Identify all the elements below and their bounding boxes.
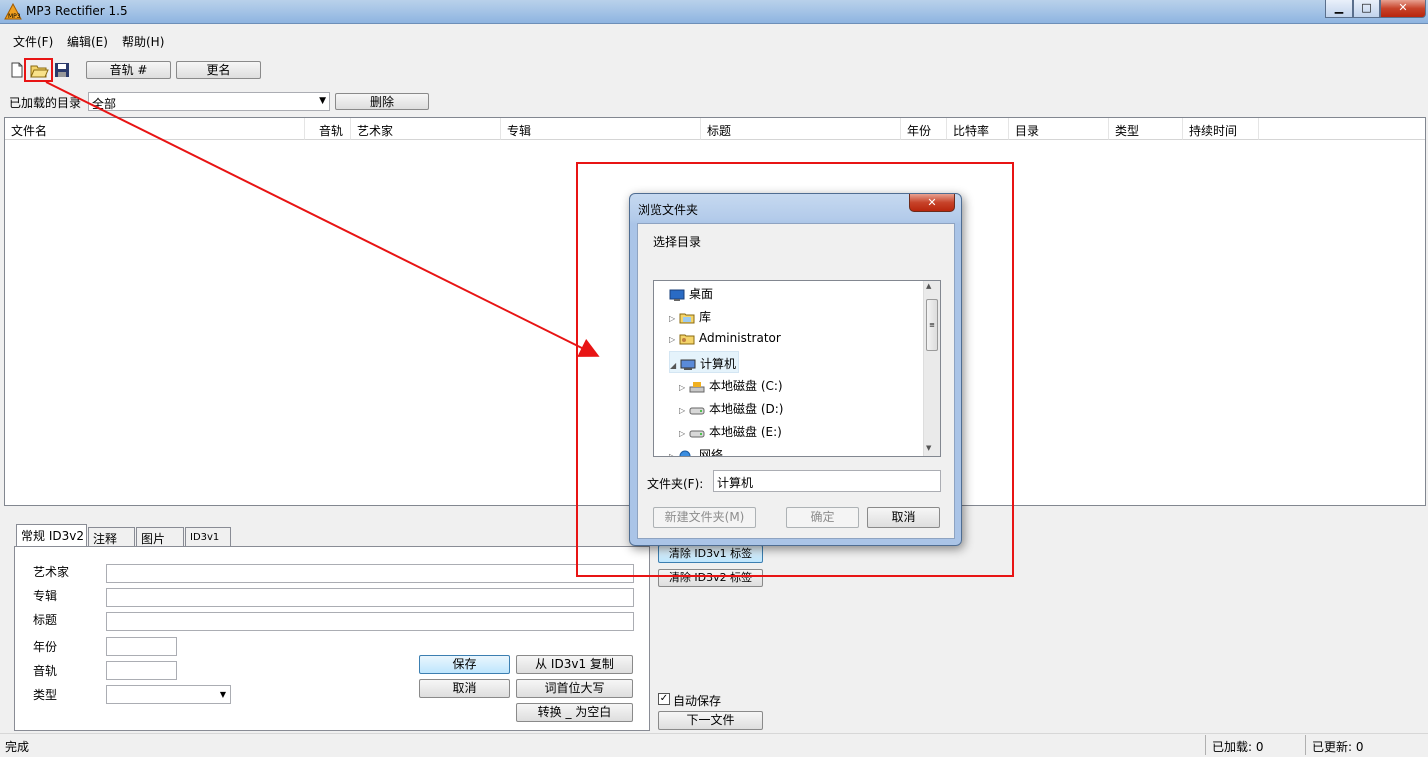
annotation-arrow: [45, 81, 600, 357]
